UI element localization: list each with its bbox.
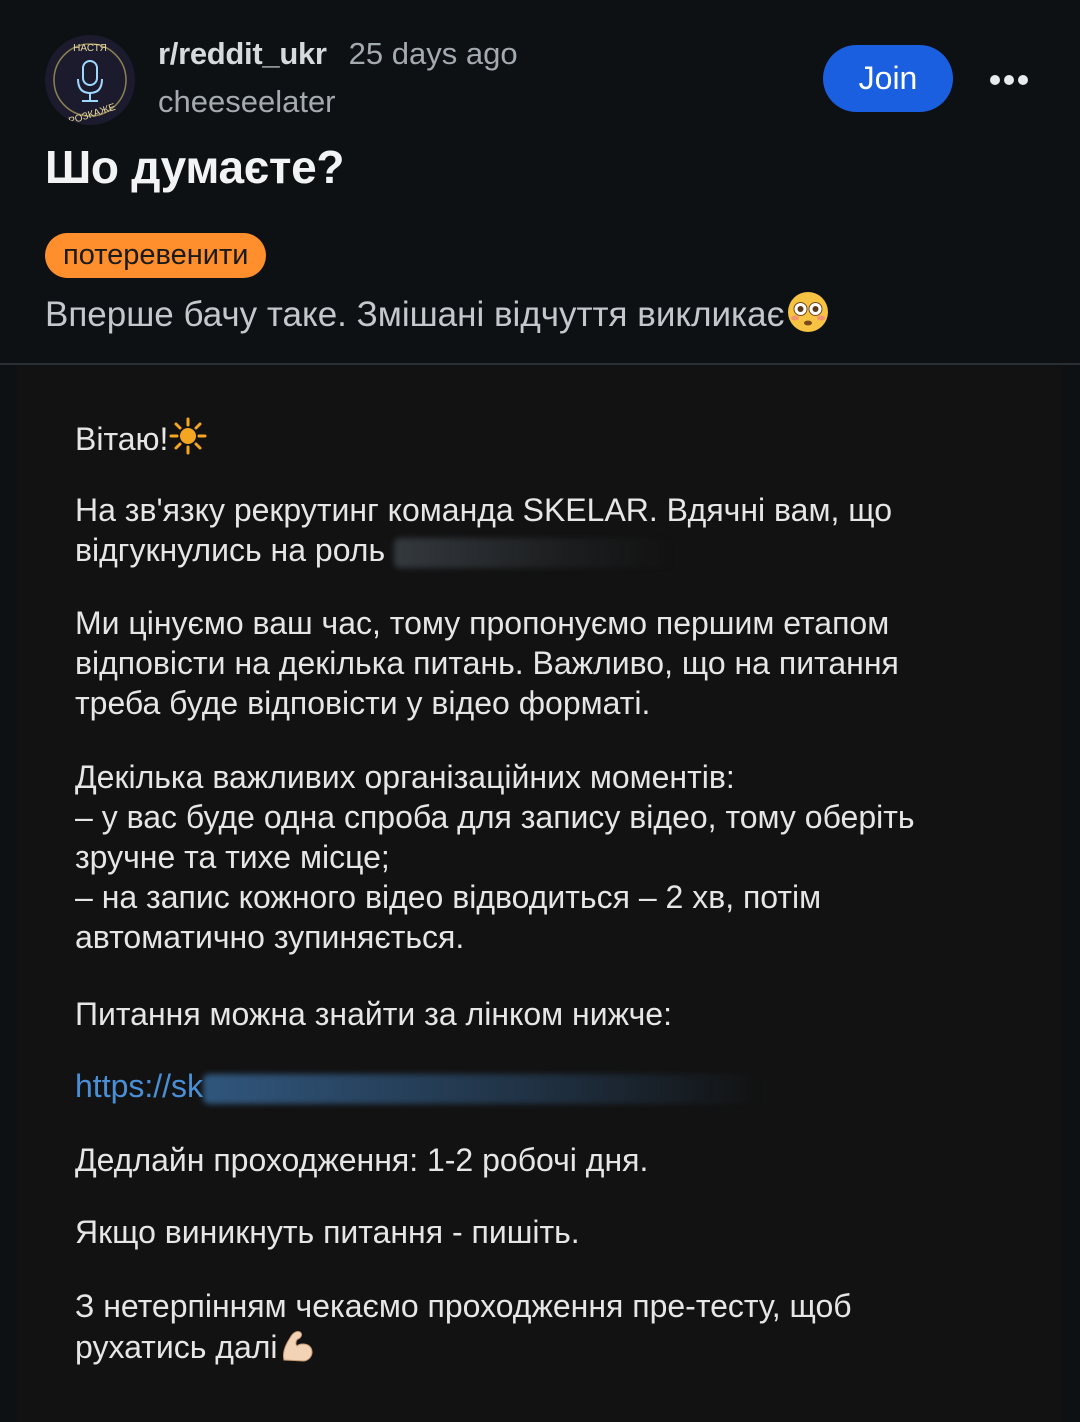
text-line: Декілька важливих організаційних моменті…	[75, 759, 735, 795]
text-line-with-emoji: рухатись далі	[75, 1326, 1035, 1367]
text-line-with-redaction: відгукнулись на роль	[75, 530, 1035, 570]
more-options-icon[interactable]	[986, 60, 1032, 100]
paragraph-deadline: Дедлайн проходження: 1-2 робочі дня.	[75, 1142, 649, 1178]
text-line: відгукнулись на роль	[75, 532, 386, 568]
join-button[interactable]: Join	[823, 45, 953, 112]
text-line: рухатись далі	[75, 1329, 278, 1365]
text-line: – у вас буде одна спроба для запису віде…	[75, 799, 915, 835]
subreddit-name[interactable]: r/reddit_ukr	[158, 36, 327, 72]
logo-text-top: НАСТЯ	[73, 43, 107, 54]
paragraph-rules: Декілька важливих організаційних моменті…	[75, 757, 1035, 957]
text-line: зручне та тихе місце;	[75, 839, 390, 875]
post-flair[interactable]: потеревенити	[45, 233, 267, 278]
text-line: автоматично зупиняється.	[75, 919, 465, 955]
paragraph-info: Ми цінуємо ваш час, тому пропонуємо перш…	[75, 603, 1035, 723]
link-line[interactable]: https://sk	[75, 1066, 1035, 1106]
link-text[interactable]: https://sk	[75, 1068, 203, 1104]
greeting-line: Вітаю!	[75, 416, 1035, 459]
more-dot	[1004, 75, 1014, 85]
more-dot	[1018, 75, 1028, 85]
paragraph-closing: З нетерпінням чекаємо проходження пре-те…	[75, 1286, 1035, 1367]
divider	[0, 363, 1080, 365]
text-line: відповісти на декілька питань. Важливо, …	[75, 645, 899, 681]
text-line: На зв'язку рекрутинг команда SKELAR. Вдя…	[75, 492, 892, 528]
post-time: 25 days ago	[348, 36, 518, 71]
post-header: НАСТЯ РОЗКАЖЕ r/reddit_ukr 25 days ago c…	[0, 0, 1080, 364]
paragraph-link-intro: Питання можна знайти за лінком нижче:	[75, 996, 672, 1032]
paragraph-intro: На зв'язку рекрутинг команда SKELAR. Вдя…	[75, 490, 1035, 570]
post-meta: r/reddit_ukr 25 days ago cheeseelater	[158, 36, 518, 120]
flexed-biceps-emoji-icon	[282, 1331, 313, 1362]
microphone-logo-icon: НАСТЯ РОЗКАЖЕ	[45, 35, 135, 125]
post-body: Вперше бачу таке. Змішані відчуття викли…	[45, 290, 830, 335]
text-line: треба буде відповісти у відео форматі.	[75, 685, 651, 721]
redacted-text	[394, 537, 675, 568]
text-line: – на запис кожного відео відводиться – 2…	[75, 879, 822, 915]
text-line: Ми цінуємо ваш час, тому пропонуємо перш…	[75, 605, 890, 641]
post-author[interactable]: cheeseelater	[158, 84, 518, 120]
subreddit-avatar[interactable]: НАСТЯ РОЗКАЖЕ	[45, 35, 135, 125]
sun-emoji-icon	[169, 417, 207, 455]
paragraph-questions: Якщо виникнуть питання - пишіть.	[75, 1214, 580, 1250]
greeting-text: Вітаю!	[75, 421, 169, 457]
more-dot	[990, 75, 1000, 85]
flushed-face-emoji-icon	[788, 292, 829, 332]
text-line: З нетерпінням чекаємо проходження пре-те…	[75, 1288, 852, 1324]
post-title[interactable]: Шо думаєте?	[45, 140, 344, 194]
post-image[interactable]: Вітаю! На зв'язку рекрутинг команда SKEL…	[17, 366, 1062, 1422]
redacted-link	[203, 1073, 764, 1104]
post-body-text: Вперше бачу таке. Змішані відчуття викли…	[45, 295, 785, 334]
